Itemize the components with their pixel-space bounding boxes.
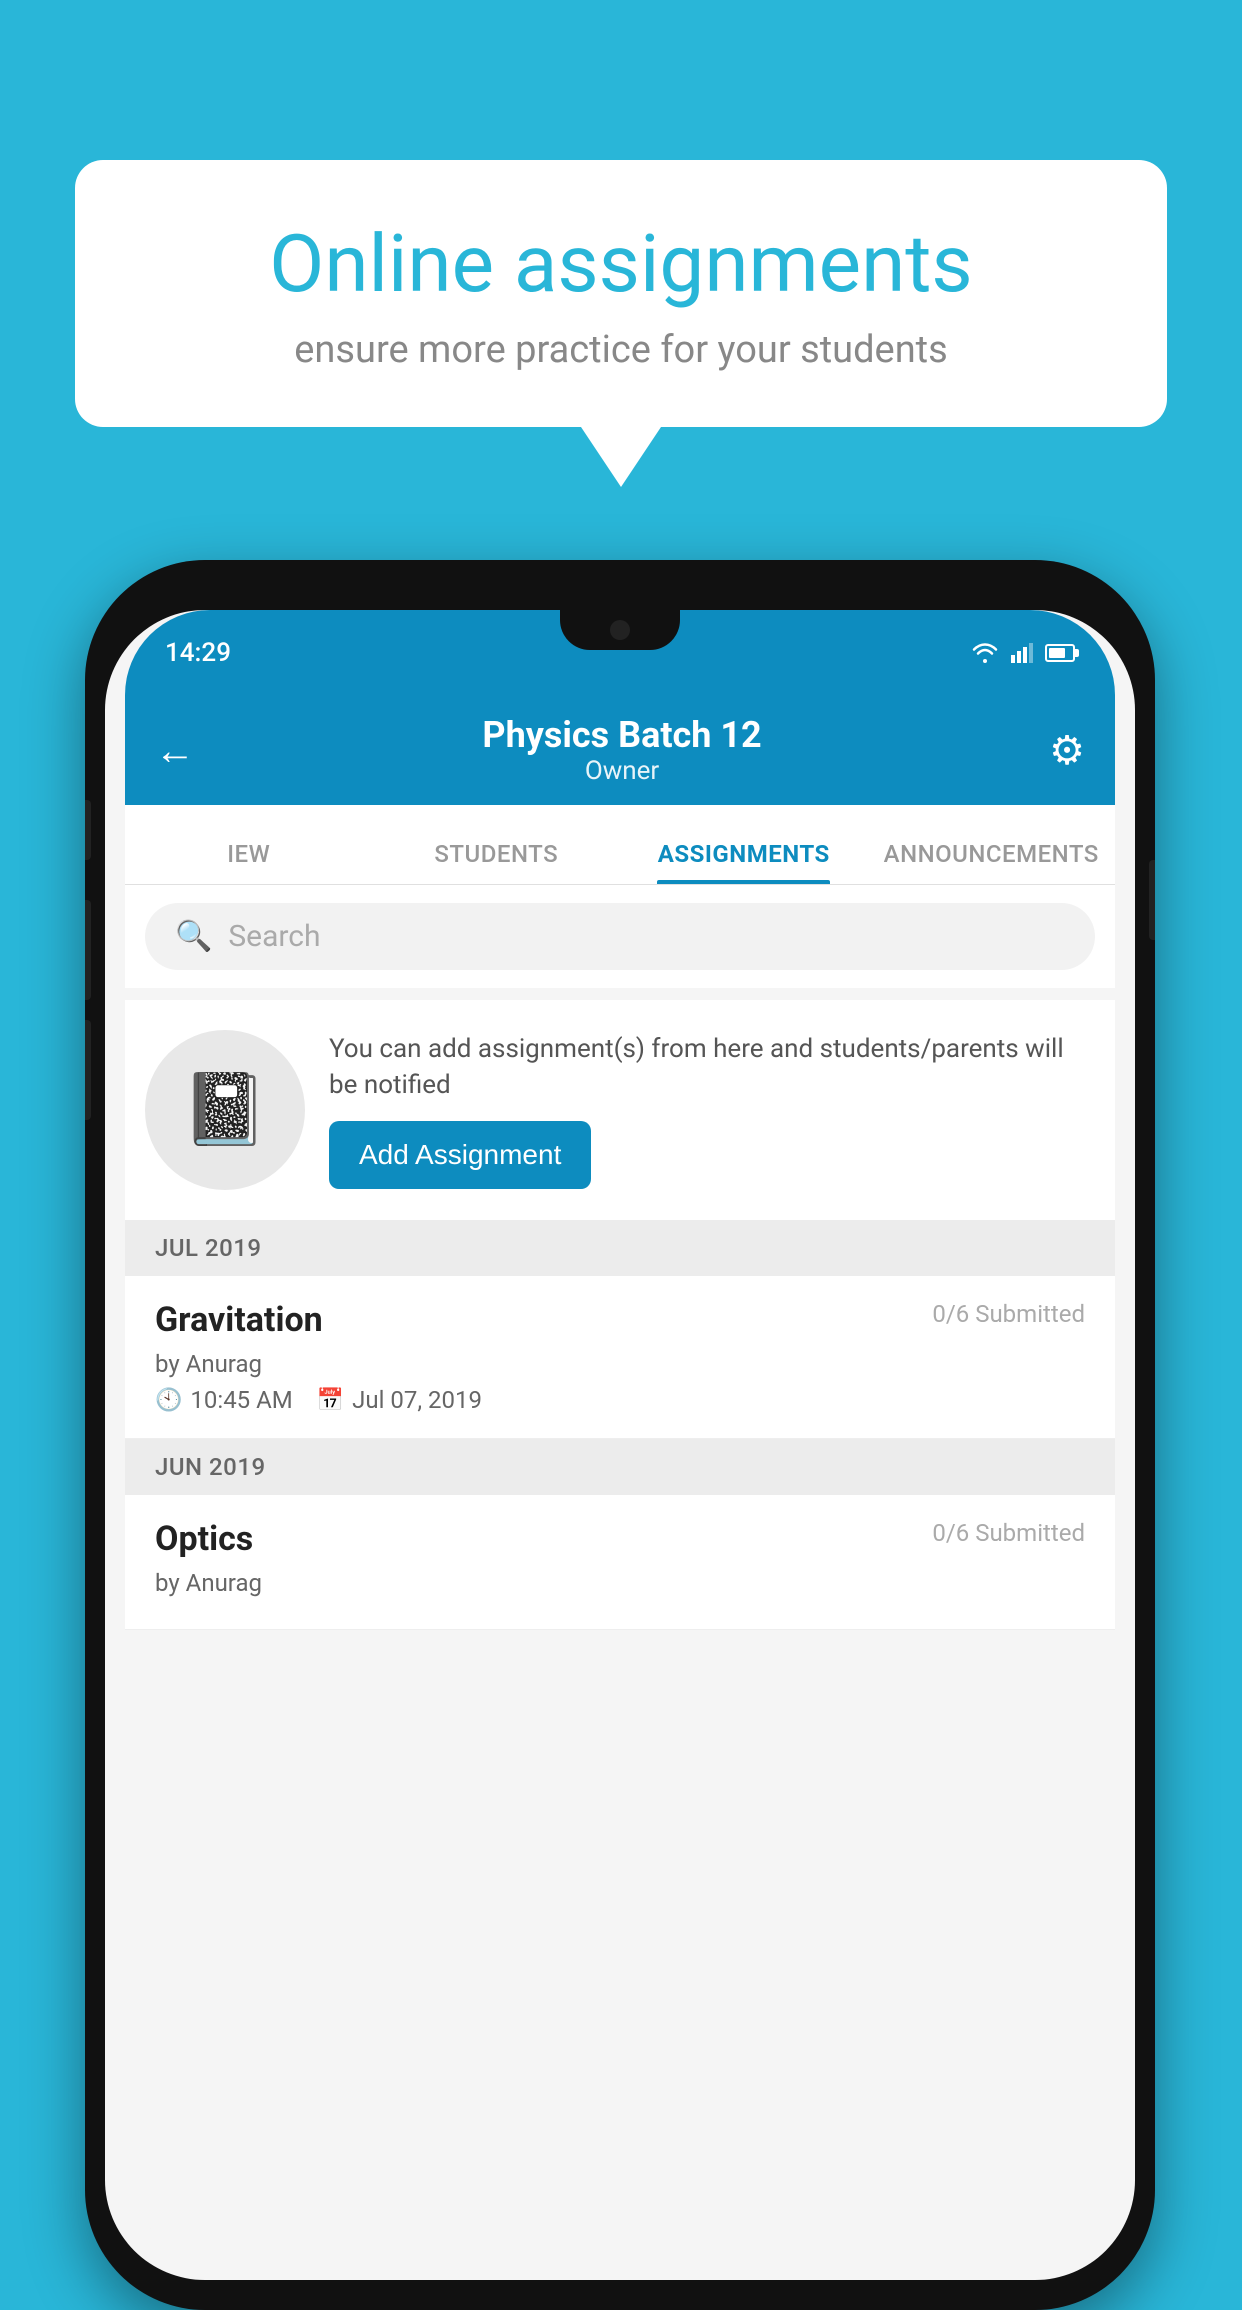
time-item: 🕙 10:45 AM <box>155 1386 293 1414</box>
phone-screen: 14:29 <box>105 610 1135 2280</box>
tabs-bar: IEW STUDENTS ASSIGNMENTS ANNOUNCEMENTS <box>125 805 1115 885</box>
promo-text-group: You can add assignment(s) from here and … <box>329 1031 1085 1190</box>
date-item: 📅 Jul 07, 2019 <box>317 1386 482 1414</box>
signal-icon <box>1011 643 1033 663</box>
status-time: 14:29 <box>165 638 231 668</box>
notch-bump <box>560 610 680 650</box>
app-header: ← Physics Batch 12 Owner ⚙ <box>125 695 1115 805</box>
assignment-submitted-2: 0/6 Submitted <box>932 1519 1085 1547</box>
table-row[interactable]: Optics 0/6 Submitted by Anurag <box>125 1495 1115 1630</box>
tab-iew[interactable]: IEW <box>125 840 373 884</box>
back-button[interactable]: ← <box>155 727 195 774</box>
assignment-time-row: 🕙 10:45 AM 📅 Jul 07, 2019 <box>155 1386 1085 1414</box>
search-input-placeholder[interactable]: Search <box>228 919 320 954</box>
wifi-icon <box>971 643 999 663</box>
table-row[interactable]: Gravitation 0/6 Submitted by Anurag 🕙 10… <box>125 1276 1115 1439</box>
assignment-author-2: by Anurag <box>155 1569 1085 1597</box>
speech-bubble-arrow <box>581 427 661 487</box>
status-icons <box>971 643 1075 663</box>
speech-bubble-container: Online assignments ensure more practice … <box>75 160 1167 487</box>
promo-icon-circle: 📓 <box>145 1030 305 1190</box>
assignment-date: Jul 07, 2019 <box>352 1386 482 1414</box>
tab-announcements[interactable]: ANNOUNCEMENTS <box>868 840 1116 884</box>
promo-card: 📓 You can add assignment(s) from here an… <box>125 1000 1115 1220</box>
assignment-name-2: Optics <box>155 1519 253 1559</box>
search-bar-container: 🔍 Search <box>125 885 1115 988</box>
assignment-row-top: Gravitation 0/6 Submitted <box>155 1300 1085 1340</box>
assignment-row-top-2: Optics 0/6 Submitted <box>155 1519 1085 1559</box>
section-header-jul: JUL 2019 <box>125 1220 1115 1276</box>
assignment-name: Gravitation <box>155 1300 323 1340</box>
search-icon: 🔍 <box>175 919 212 954</box>
header-subtitle: Owner <box>482 756 761 786</box>
assignment-submitted: 0/6 Submitted <box>932 1300 1085 1328</box>
promo-description: You can add assignment(s) from here and … <box>329 1031 1085 1104</box>
front-camera <box>610 620 630 640</box>
tab-students[interactable]: STUDENTS <box>373 840 621 884</box>
speech-bubble-title: Online assignments <box>145 220 1097 308</box>
phone-silent-button <box>85 800 91 860</box>
header-title-group: Physics Batch 12 Owner <box>482 714 761 786</box>
battery-icon <box>1045 644 1075 662</box>
calendar-icon: 📅 <box>317 1388 344 1413</box>
assignment-time: 10:45 AM <box>190 1386 292 1414</box>
content-area: 🔍 Search 📓 You can add assignment(s) fro… <box>125 885 1115 2250</box>
settings-icon[interactable]: ⚙ <box>1049 727 1085 774</box>
phone-volume-down-button <box>85 1020 91 1120</box>
speech-bubble: Online assignments ensure more practice … <box>75 160 1167 427</box>
phone-power-button <box>1149 860 1155 940</box>
add-assignment-button[interactable]: Add Assignment <box>329 1121 591 1189</box>
assignment-icon: 📓 <box>181 1069 268 1151</box>
phone-frame: 14:29 <box>85 560 1155 2310</box>
tab-assignments[interactable]: ASSIGNMENTS <box>620 840 868 884</box>
search-bar[interactable]: 🔍 Search <box>145 903 1095 970</box>
clock-icon: 🕙 <box>155 1388 182 1413</box>
speech-bubble-subtitle: ensure more practice for your students <box>145 328 1097 372</box>
assignment-author: by Anurag <box>155 1350 1085 1378</box>
header-title: Physics Batch 12 <box>482 714 761 756</box>
phone-volume-up-button <box>85 900 91 1000</box>
section-header-jun: JUN 2019 <box>125 1439 1115 1495</box>
status-bar: 14:29 <box>125 610 1115 695</box>
